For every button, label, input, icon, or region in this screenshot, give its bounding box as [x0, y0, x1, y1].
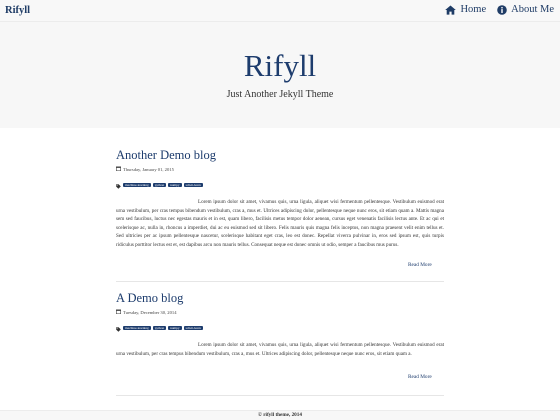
- site-title: Rifyll: [243, 48, 317, 83]
- post-tags: machine-learning python numpy scikit-lea…: [116, 319, 444, 337]
- nav-link-label: About Me: [511, 4, 554, 15]
- post-preview: Another Demo blog Thursday, January 01, …: [116, 148, 444, 250]
- nav-links: Home About Me: [445, 4, 554, 15]
- post-date-text: Tuesday, December 30, 2014: [123, 309, 177, 315]
- post-title-link[interactable]: A Demo blog: [116, 291, 444, 305]
- tag-scikit-learn[interactable]: scikit-learn: [183, 325, 203, 331]
- nav-link-about[interactable]: About Me: [497, 4, 554, 15]
- post-tags: machine-learning python numpy scikit-lea…: [116, 176, 444, 194]
- post-date-text: Thursday, January 01, 2015: [123, 166, 174, 172]
- post-excerpt-text: Lorem ipsum dolor sit amet, vivamus quis…: [116, 199, 444, 248]
- post-date: Thursday, January 01, 2015: [116, 166, 444, 173]
- post-excerpt-text: Lorem ipsum dolor sit amet, vivamus quis…: [116, 342, 444, 357]
- tag-numpy[interactable]: numpy: [168, 182, 182, 188]
- tag-icon: [116, 176, 121, 194]
- info-circle-icon: [497, 4, 507, 15]
- post-excerpt: Lorem ipsum dolor sit amet, vivamus quis…: [116, 341, 444, 358]
- post-excerpt: Lorem ipsum dolor sit amet, vivamus quis…: [116, 198, 444, 250]
- post-divider: [116, 281, 444, 282]
- tag-machine-learning[interactable]: machine-learning: [123, 182, 151, 188]
- calendar-icon: [116, 309, 122, 316]
- post-date: Tuesday, December 30, 2014: [116, 309, 444, 316]
- nav-link-label: Home: [460, 4, 487, 15]
- tag-machine-learning[interactable]: machine-learning: [123, 325, 151, 331]
- tag-scikit-learn[interactable]: scikit-learn: [183, 182, 203, 188]
- calendar-icon: [116, 166, 122, 173]
- footer: © rifyll theme, 2014: [0, 410, 560, 420]
- read-more-link[interactable]: Read More: [408, 374, 560, 380]
- tag-numpy[interactable]: numpy: [168, 325, 182, 331]
- home-icon: [445, 5, 457, 15]
- nav-link-home[interactable]: Home: [445, 4, 486, 15]
- post-preview: A Demo blog Tuesday, December 30, 2014 m…: [116, 291, 444, 358]
- read-more-link[interactable]: Read More: [408, 262, 560, 268]
- navbar: Rifyll Home About Me: [0, 0, 560, 22]
- brand-link[interactable]: Rifyll: [5, 5, 30, 16]
- hero-header: Rifyll Just Another Jekyll Theme: [0, 22, 560, 128]
- footer-text: © rifyll theme, 2014: [258, 412, 302, 418]
- site-tagline: Just Another Jekyll Theme: [226, 89, 334, 100]
- tag-python[interactable]: python: [152, 325, 167, 331]
- post-divider: [116, 395, 444, 396]
- post-title-link[interactable]: Another Demo blog: [116, 148, 444, 162]
- tag-icon: [116, 319, 121, 337]
- tag-python[interactable]: python: [152, 182, 167, 188]
